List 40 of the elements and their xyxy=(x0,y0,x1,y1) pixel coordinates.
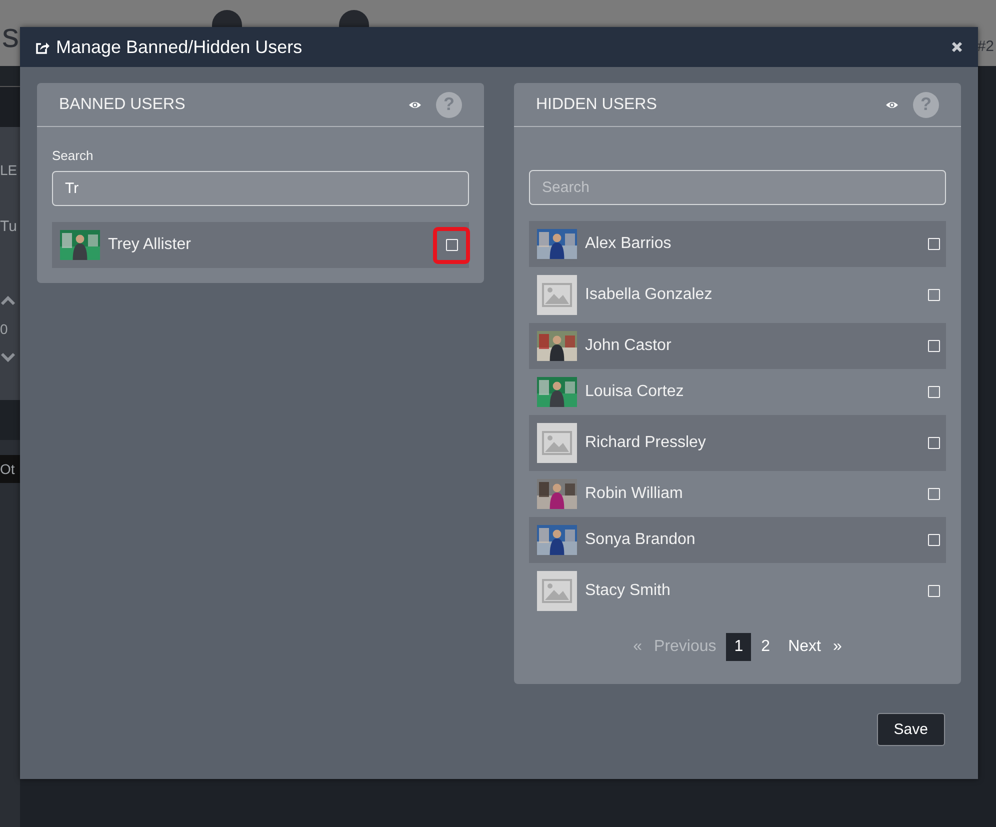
save-button[interactable]: Save xyxy=(876,713,945,746)
avatar-initials: Tu xyxy=(0,218,17,235)
page-link[interactable]: 1 xyxy=(726,633,752,661)
page-title: s xyxy=(2,18,19,54)
next-link[interactable]: Next » xyxy=(780,633,850,661)
share-icon xyxy=(35,40,50,54)
user-name: Richard Pressley xyxy=(585,434,707,452)
round-button[interactable] xyxy=(212,10,242,27)
up-chevron-icon[interactable] xyxy=(0,295,16,307)
panel-title: BANNED USERS xyxy=(59,96,186,114)
user-name: Sonya Brandon xyxy=(585,531,696,549)
tab-label: #2 xyxy=(977,38,994,55)
counter-value: 0 xyxy=(0,321,8,337)
down-chevron-icon[interactable] xyxy=(0,351,16,363)
checkbox[interactable] xyxy=(928,289,940,301)
checkbox[interactable] xyxy=(928,488,940,500)
user-name: Robin William xyxy=(585,485,684,503)
checkbox[interactable] xyxy=(928,340,940,352)
checkbox[interactable] xyxy=(928,238,940,250)
checkbox[interactable] xyxy=(928,386,940,398)
tab-button[interactable]: Ot xyxy=(0,455,20,483)
checkbox[interactable] xyxy=(928,534,940,546)
user-name: Isabella Gonzalez xyxy=(585,286,714,304)
column-label: LE xyxy=(0,162,18,178)
close-icon[interactable] xyxy=(951,41,963,53)
search-label: Search xyxy=(52,148,94,163)
panel-title: HIDDEN USERS xyxy=(536,96,658,114)
page-link[interactable]: 2 xyxy=(753,633,778,661)
user-name: Alex Barrios xyxy=(585,235,672,253)
checkbox[interactable] xyxy=(928,585,940,597)
user-name: Louisa Cortez xyxy=(585,383,685,401)
user-name: John Castor xyxy=(585,337,672,355)
checkbox[interactable] xyxy=(446,239,458,251)
user-name: Stacy Smith xyxy=(585,582,672,600)
search-field[interactable]: Tr xyxy=(52,171,469,206)
round-button[interactable] xyxy=(339,10,369,27)
user-name: Trey Allister xyxy=(108,236,192,254)
dialog-title: Manage Banned/Hidden Users xyxy=(56,36,304,58)
search-field[interactable]: Search xyxy=(529,170,946,205)
checkbox[interactable] xyxy=(928,437,940,449)
